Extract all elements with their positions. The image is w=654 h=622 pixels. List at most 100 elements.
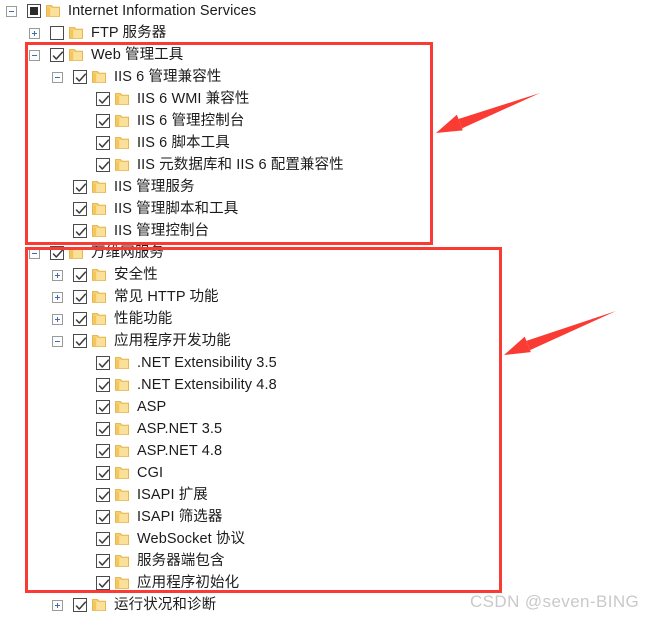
tree-expander[interactable] [46,594,69,616]
tree-item[interactable]: IIS 6 管理控制台 [0,110,654,132]
tree-checkbox[interactable] [69,286,90,308]
tree-checkbox[interactable] [92,374,113,396]
tree-item[interactable]: 万维网服务 [0,242,654,264]
tree-item[interactable]: IIS 6 WMI 兼容性 [0,88,654,110]
plus-icon[interactable] [29,27,40,39]
tree-checkbox[interactable] [92,352,113,374]
tree-item[interactable]: IIS 元数据库和 IIS 6 配置兼容性 [0,154,654,176]
checkbox-checked[interactable] [72,268,87,282]
tree-expander[interactable] [23,44,46,66]
tree-checkbox[interactable] [46,242,67,264]
tree-item[interactable]: IIS 6 管理兼容性 [0,66,654,88]
checkbox-checked[interactable] [95,114,110,128]
tree-checkbox[interactable] [92,440,113,462]
checkbox-checked[interactable] [72,224,87,238]
tree-item[interactable]: .NET Extensibility 3.5 [0,352,654,374]
checkbox-checked[interactable] [95,356,110,370]
checkbox-checked[interactable] [95,532,110,546]
tree-checkbox[interactable] [69,66,90,88]
checkbox-checked[interactable] [95,444,110,458]
tree-checkbox[interactable] [92,110,113,132]
tree-item[interactable]: 安全性 [0,264,654,286]
tree-checkbox[interactable] [92,132,113,154]
plus-icon[interactable] [52,269,63,281]
tree-checkbox[interactable] [69,176,90,198]
tree-expander[interactable] [46,286,69,308]
tree-checkbox[interactable] [69,220,90,242]
tree-checkbox[interactable] [92,550,113,572]
checkbox-checked[interactable] [49,48,64,62]
plus-icon[interactable] [52,599,63,611]
windows-features-tree[interactable]: Internet Information Services FTP 服务器 Web … [0,0,654,616]
checkbox-unchecked[interactable] [49,26,64,40]
checkbox-checked[interactable] [95,422,110,436]
checkbox-checked[interactable] [95,466,110,480]
tree-checkbox[interactable] [92,506,113,528]
checkbox-checked[interactable] [49,246,64,260]
checkbox-checked[interactable] [72,334,87,348]
tree-item[interactable]: IIS 管理脚本和工具 [0,198,654,220]
tree-checkbox[interactable] [92,154,113,176]
tree-checkbox[interactable] [92,418,113,440]
tree-checkbox[interactable] [69,264,90,286]
tree-item[interactable]: WebSocket 协议 [0,528,654,550]
tree-item[interactable]: ISAPI 扩展 [0,484,654,506]
tree-expander[interactable] [46,66,69,88]
tree-item[interactable]: FTP 服务器 [0,22,654,44]
tree-item[interactable]: CGI [0,462,654,484]
tree-item[interactable]: 应用程序开发功能 [0,330,654,352]
tree-checkbox[interactable] [92,396,113,418]
tree-checkbox[interactable] [46,22,67,44]
tree-checkbox[interactable] [23,0,44,22]
checkbox-checked[interactable] [72,70,87,84]
tree-expander[interactable] [46,330,69,352]
checkbox-checked[interactable] [72,202,87,216]
plus-icon[interactable] [52,291,63,303]
checkbox-checked[interactable] [72,312,87,326]
tree-item[interactable]: 常见 HTTP 功能 [0,286,654,308]
tree-checkbox[interactable] [92,572,113,594]
plus-icon[interactable] [52,313,63,325]
tree-item[interactable]: 应用程序初始化 [0,572,654,594]
tree-checkbox[interactable] [92,462,113,484]
tree-checkbox[interactable] [69,330,90,352]
tree-item[interactable]: 服务器端包含 [0,550,654,572]
tree-item[interactable]: ASP.NET 3.5 [0,418,654,440]
checkbox-checked[interactable] [95,400,110,414]
tree-item[interactable]: IIS 管理服务 [0,176,654,198]
tree-item[interactable]: ISAPI 筛选器 [0,506,654,528]
minus-icon[interactable] [52,335,63,347]
tree-item[interactable]: 性能功能 [0,308,654,330]
tree-checkbox[interactable] [69,308,90,330]
checkbox-checked[interactable] [72,598,87,612]
minus-icon[interactable] [29,49,40,61]
tree-checkbox[interactable] [69,594,90,616]
tree-item[interactable]: Web 管理工具 [0,44,654,66]
tree-item[interactable]: ASP [0,396,654,418]
tree-checkbox[interactable] [92,484,113,506]
checkbox-checked[interactable] [95,378,110,392]
tree-item[interactable]: Internet Information Services [0,0,654,22]
checkbox-checked[interactable] [95,554,110,568]
checkbox-checked[interactable] [72,290,87,304]
tree-item[interactable]: IIS 6 脚本工具 [0,132,654,154]
minus-icon[interactable] [29,247,40,259]
checkbox-checked[interactable] [95,92,110,106]
tree-expander[interactable] [46,264,69,286]
minus-icon[interactable] [6,5,17,17]
tree-checkbox[interactable] [92,88,113,110]
checkbox-checked[interactable] [72,180,87,194]
minus-icon[interactable] [52,71,63,83]
tree-expander[interactable] [23,22,46,44]
checkbox-checked[interactable] [95,488,110,502]
checkbox-checked[interactable] [95,576,110,590]
checkbox-checked[interactable] [95,158,110,172]
tree-expander[interactable] [46,308,69,330]
tree-checkbox[interactable] [69,198,90,220]
checkbox-checked[interactable] [95,510,110,524]
tree-expander[interactable] [0,0,23,22]
checkbox-checked[interactable] [95,136,110,150]
tree-item[interactable]: ASP.NET 4.8 [0,440,654,462]
tree-checkbox[interactable] [92,528,113,550]
tree-item[interactable]: .NET Extensibility 4.8 [0,374,654,396]
